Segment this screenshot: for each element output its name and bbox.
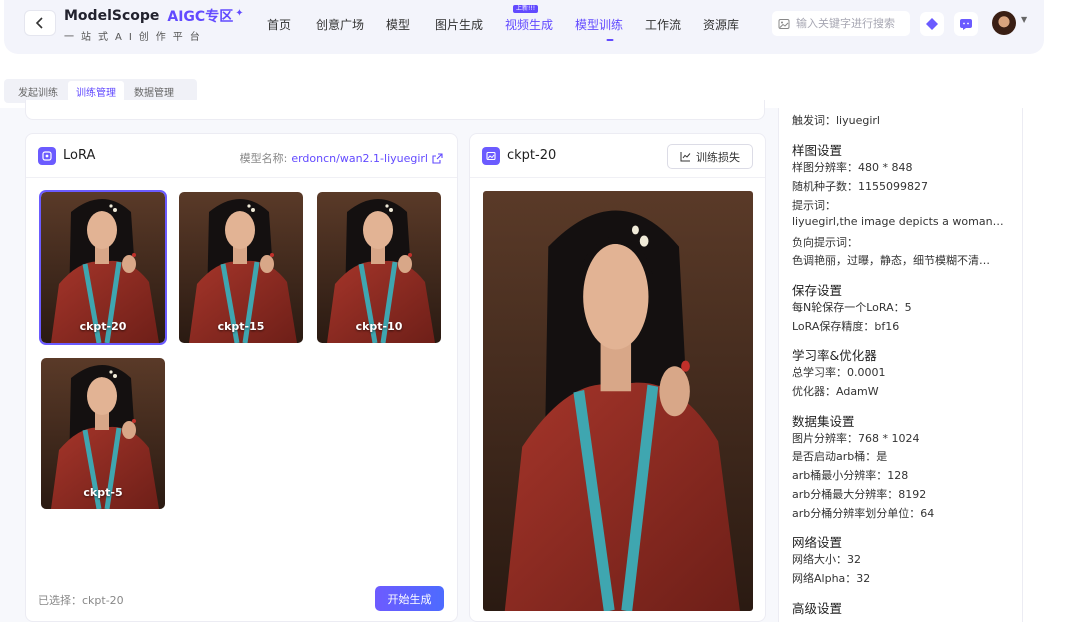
save-precision: LoRA保存精度：bf16: [792, 320, 900, 333]
arb-enabled: 是否启动arb桶：是: [792, 450, 888, 463]
ckpt-title: ckpt-20: [507, 148, 557, 163]
diamond-icon: [926, 18, 938, 30]
lora-card-header: LoRA 模型名称: erdoncn/wan2.1-liyuegirl: [26, 134, 457, 178]
negative-prompt-value: 色调艳丽，过曝，静态，细节模糊不清…: [792, 254, 990, 267]
model-name-label: 模型名称:: [239, 152, 288, 165]
ckpt-label: ckpt-20: [79, 320, 127, 333]
image-icon: [482, 147, 500, 165]
image-resolution: 图片分辨率：768 * 1024: [792, 432, 920, 445]
prompt-label: 提示词：: [792, 199, 836, 212]
tab-start-training[interactable]: 发起训练: [10, 81, 66, 102]
sample-settings-heading: 样图设置: [792, 143, 843, 158]
trigger-word: 触发词：liyuegirl: [792, 114, 880, 127]
nav-image-gen[interactable]: 图片生成: [435, 16, 505, 33]
prompt-value: liyuegirl,the image depicts a woman ge…: [792, 215, 1007, 228]
sparkle-icon: ✦: [235, 7, 244, 19]
model-name: 模型名称: erdoncn/wan2.1-liyuegirl: [240, 150, 443, 166]
external-link-icon[interactable]: [432, 152, 443, 164]
nav-model-training[interactable]: 模型训练: [575, 16, 645, 33]
chevron-left-icon: [35, 17, 43, 29]
arb-max-resolution: arb分桶最大分辨率：8192: [792, 488, 927, 501]
chevron-down-icon[interactable]: ▼: [1021, 15, 1027, 24]
ckpt-label: ckpt-5: [83, 486, 123, 499]
lr-optimizer-heading: 学习率&优化器: [792, 348, 877, 363]
main-nav: 首页 创意广场 模型 图片生成 上新!!! 视频生成 模型训练 工作流 资源库: [259, 5, 753, 33]
start-generation-button[interactable]: 开始生成: [375, 586, 444, 611]
arb-min-resolution: arb桶最小分辨率：128: [792, 469, 909, 482]
previous-card-edge: [25, 100, 765, 120]
ckpt-thumbnail[interactable]: ckpt-20: [39, 190, 167, 345]
top-header: ModelScope AIGC专区 ✦ 一站式AI创作平台 首页 创意广场 模型…: [4, 0, 1044, 54]
training-loss-button[interactable]: 训练损失: [667, 144, 753, 169]
search-input[interactable]: [796, 17, 904, 30]
message-icon: [960, 19, 972, 30]
nav-resources[interactable]: 资源库: [703, 16, 753, 33]
ckpt-thumbnail[interactable]: ckpt-15: [179, 192, 303, 343]
nav-creative-square[interactable]: 创意广场: [316, 16, 386, 33]
ckpt-card-header: ckpt-20 训练损失: [470, 134, 765, 178]
lora-card: LoRA 模型名称: erdoncn/wan2.1-liyuegirl ckpt…: [25, 133, 458, 622]
search-box[interactable]: [772, 11, 910, 36]
sample-resolution: 样图分辨率：480 * 848: [792, 161, 913, 174]
ckpt-label: ckpt-15: [217, 320, 265, 333]
brand-slogan: 一站式AI创作平台: [64, 32, 207, 43]
network-alpha: 网络Alpha：32: [792, 572, 871, 585]
optimizer: 优化器：AdamW: [792, 385, 879, 398]
save-every-n: 每N轮保存一个LoRA：5: [792, 301, 912, 314]
ckpt-thumbnail[interactable]: ckpt-10: [317, 192, 441, 343]
ckpt-thumbnail[interactable]: ckpt-5: [41, 358, 165, 509]
learning-rate: 总学习率：0.0001: [792, 366, 886, 379]
negative-prompt-label: 负向提示词：: [792, 236, 858, 249]
ckpt-preview-image: [483, 191, 753, 611]
brand-aigc: AIGC专区: [167, 9, 234, 25]
diamond-button[interactable]: [920, 12, 944, 36]
nav-video-gen-label: 视频生成: [505, 18, 554, 32]
nav-models[interactable]: 模型: [386, 16, 435, 33]
nav-video-gen[interactable]: 上新!!! 视频生成: [505, 5, 575, 33]
lora-icon: [38, 147, 56, 165]
save-settings-heading: 保存设置: [792, 283, 843, 298]
advanced-settings-heading: 高级设置: [792, 601, 843, 616]
nav-workflow[interactable]: 工作流: [645, 16, 703, 33]
back-button[interactable]: [24, 10, 56, 36]
line-chart-icon: [680, 152, 691, 162]
ckpt-label: ckpt-10: [355, 320, 403, 333]
message-button[interactable]: [954, 12, 978, 36]
training-loss-label: 训练损失: [696, 150, 740, 164]
network-settings-heading: 网络设置: [792, 535, 843, 550]
image-search-icon: [778, 18, 790, 29]
avatar[interactable]: [992, 11, 1016, 35]
tab-data-management[interactable]: 数据管理: [126, 81, 182, 102]
new-badge: 上新!!!: [513, 5, 539, 13]
model-name-link[interactable]: erdoncn/wan2.1-liyuegirl: [291, 152, 428, 165]
nav-home[interactable]: 首页: [259, 16, 316, 33]
brand-name: ModelScope: [64, 8, 160, 24]
random-seed: 随机种子数：1155099827: [792, 180, 928, 193]
tab-training-management[interactable]: 训练管理: [68, 80, 124, 102]
selected-checkpoint: 已选择：ckpt-20: [38, 594, 124, 607]
brand-logo[interactable]: ModelScope AIGC专区 ✦ 一站式AI创作平台: [64, 6, 244, 44]
arb-resolution-step: arb分桶分辨率划分单位：64: [792, 507, 935, 520]
lora-title: LoRA: [63, 148, 96, 163]
training-params-panel: 触发词：liyuegirl 样图设置 样图分辨率：480 * 848 随机种子数…: [778, 108, 1023, 622]
ckpt-preview-card: ckpt-20 训练损失: [469, 133, 766, 622]
network-dim: 网络大小：32: [792, 553, 861, 566]
dataset-settings-heading: 数据集设置: [792, 414, 855, 429]
